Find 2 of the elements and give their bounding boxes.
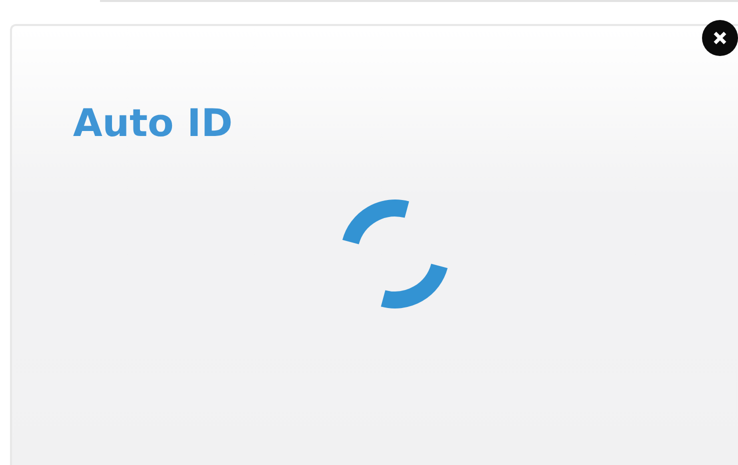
dialog-title: Auto ID xyxy=(73,100,233,146)
close-icon xyxy=(712,30,728,46)
